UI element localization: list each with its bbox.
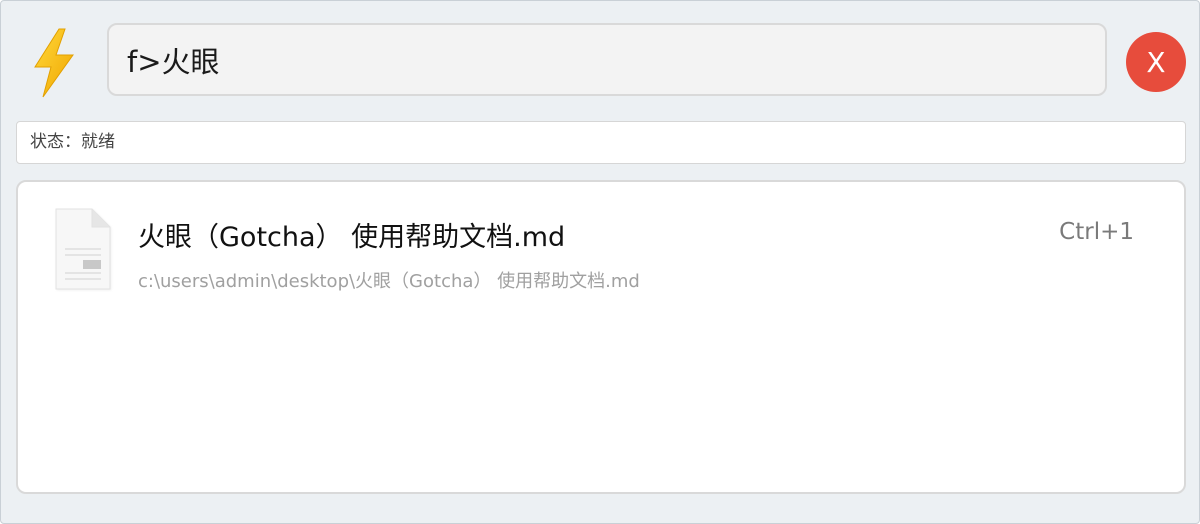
- search-input[interactable]: [127, 25, 1087, 94]
- lightning-bolt-icon: [34, 28, 74, 98]
- result-shortcut: Ctrl+1: [1059, 219, 1134, 245]
- status-bar: 状态：就绪: [16, 121, 1186, 164]
- result-title: 火眼（Gotcha） 使用帮助文档.md: [138, 222, 566, 253]
- close-button[interactable]: X: [1126, 32, 1186, 92]
- status-text: 状态：就绪: [30, 132, 115, 152]
- search-box[interactable]: [107, 23, 1107, 96]
- markdown-file-icon: [55, 208, 111, 290]
- launcher-window: X 状态：就绪 火眼（Gotcha） 使用帮助文档.md: [0, 0, 1200, 524]
- close-icon: X: [1146, 45, 1166, 79]
- result-item[interactable]: 火眼（Gotcha） 使用帮助文档.md c:\users\admin\desk…: [18, 182, 1184, 302]
- result-path: c:\users\admin\desktop\火眼（Gotcha） 使用帮助文档…: [138, 271, 640, 292]
- results-list: 火眼（Gotcha） 使用帮助文档.md c:\users\admin\desk…: [16, 180, 1186, 494]
